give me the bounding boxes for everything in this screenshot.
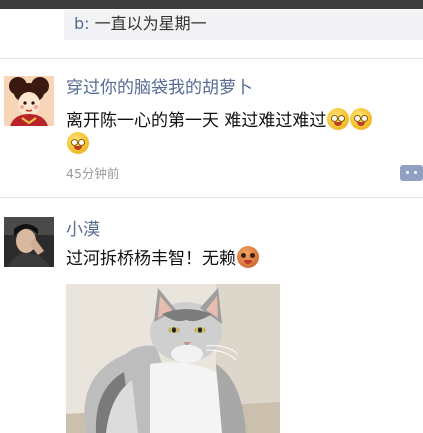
- blush-face-icon: [327, 108, 350, 130]
- post-text-wrap: [66, 130, 89, 160]
- top-bar: [0, 0, 423, 9]
- reply-comment[interactable]: b: 一直以为星期一: [74, 13, 207, 35]
- post-text-body: 过河拆桥杨丰智！无赖: [66, 249, 236, 269]
- cat-photo: [66, 284, 280, 433]
- blush-face-icon: [67, 132, 89, 154]
- moments-feed: b: 一直以为星期一 穿过你的脑袋我的胡萝卜 离开陈一心的第一天 难过难过难过 …: [0, 0, 423, 433]
- username[interactable]: 小漠: [66, 219, 100, 241]
- divider: [0, 197, 423, 198]
- avatar-girl-illustration: [4, 76, 54, 126]
- post-text: 离开陈一心的第一天 难过难过难过: [66, 106, 373, 136]
- username[interactable]: 穿过你的脑袋我的胡萝卜: [66, 77, 253, 99]
- reply-comment-text: 一直以为星期一: [94, 14, 207, 33]
- post-timestamp: 45分钟前: [66, 166, 120, 181]
- divider: [0, 58, 423, 59]
- post-text: 过河拆桥杨丰智！无赖: [66, 244, 259, 274]
- blush-face-icon: [350, 108, 373, 130]
- comment-more-button[interactable]: [400, 165, 423, 181]
- post-image-cat[interactable]: [66, 284, 280, 433]
- avatar-photo: [4, 217, 54, 267]
- post-text-body: 离开陈一心的第一天 难过难过难过: [66, 111, 327, 131]
- cookie-face-icon: [237, 246, 259, 268]
- avatar[interactable]: [4, 217, 54, 267]
- reply-commenter-name[interactable]: b:: [74, 14, 95, 33]
- avatar[interactable]: [4, 76, 54, 126]
